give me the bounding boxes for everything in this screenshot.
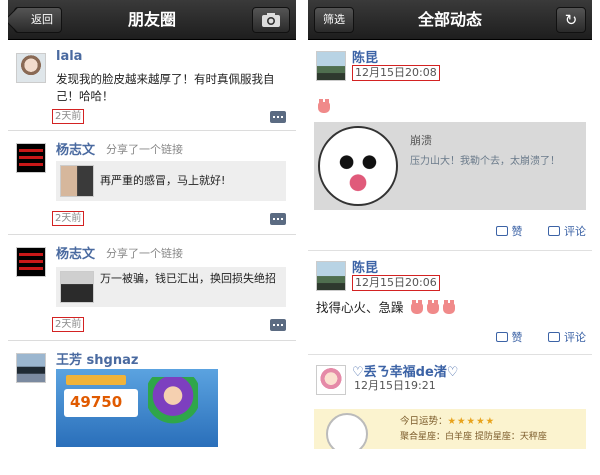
like-button[interactable]: 赞 [495,225,523,238]
user-name[interactable]: ♡丢ㄋ幸福de渚♡ [352,361,458,380]
moments-screen: 返回 朋友圈 lala 发现我的脸皮越来越厚了！有时真佩服我自己！哈哈！ 2天前… [8,0,296,475]
game-screenshot-image[interactable]: 49750 [56,369,218,447]
like-button[interactable]: 赞 [495,331,523,344]
avatar[interactable] [16,143,46,173]
angry-emoji-icon [426,300,439,314]
cat-sticker-image [326,413,368,449]
post-text: 发现我的脸皮越来越厚了！有时真佩服我自己！哈哈！ [56,72,275,103]
user-name[interactable]: 杨志文 [56,139,95,158]
avatar[interactable] [16,353,46,383]
avatar[interactable] [16,247,46,277]
comment-icon[interactable] [270,319,286,331]
comment-button[interactable]: 评论 [548,331,586,344]
user-name[interactable]: 陈昆 [352,257,378,276]
user-name[interactable]: 陈昆 [352,47,378,66]
angry-emoji-icon [442,300,455,314]
post-item: lala 发现我的脸皮越来越厚了！有时真佩服我自己！哈哈！ 2天前 [8,41,296,131]
navigation-bar: 返回 朋友圈 [8,0,296,40]
post-time: 12月15日20:06 [352,275,440,291]
post-time: 2天前 [52,317,85,332]
navigation-bar: 筛选 全部动态 ↻ [308,0,592,40]
camera-icon [262,13,280,27]
comment-button[interactable]: 评论 [548,225,586,238]
thumbs-up-icon [495,226,508,236]
post-time: 2天前 [52,109,85,124]
moments-feed: lala 发现我的脸皮越来越厚了！有时真佩服我自己！哈哈！ 2天前 杨志文 分享… [8,41,296,475]
activity-item: 陈昆 12月15日20:08 崩溃 压力山大！我勒个去，太崩溃了！ 赞 评论 [308,41,592,251]
camera-button[interactable] [252,7,290,33]
fortune-card[interactable]: 今日运势：★★★★★ 聚合星座：白羊座 提防星座：天秤座 [314,409,586,449]
post-actions: 赞 评论 [474,329,586,345]
post-time: 12月15日19:21 [354,379,436,392]
link-title: 万一被骗，钱已汇出，换回损失绝招 [100,272,276,285]
shared-content-card[interactable]: 崩溃 压力山大！我勒个去，太崩溃了！ [314,122,586,210]
avatar[interactable] [316,51,346,81]
fortune-detail: 聚合星座：白羊座 提防星座：天秤座 [400,432,547,442]
thumbs-up-icon [495,332,508,342]
user-name[interactable]: 王芳 shgnaz [56,349,138,368]
comment-icon [548,226,560,236]
game-character [148,377,198,439]
fortune-label: 今日运势：★★★★★ [400,413,495,427]
all-activities-screen: 筛选 全部动态 ↻ 陈昆 12月15日20:08 崩溃 压力山大！我勒个去，太崩… [308,0,592,475]
panda-sticker-image [318,126,398,206]
post-text-content: 找得心火、急躁 [316,300,404,315]
user-name[interactable]: 杨志文 [56,243,95,262]
link-title: 再严重的感冒，马上就好! [100,174,226,187]
card-description: 压力山大！我勒个去，太崩溃了！ [410,156,560,167]
emoji-group [408,300,458,314]
angry-emoji-icon [410,300,423,314]
post-time: 2天前 [52,211,85,226]
game-banner [66,375,126,385]
avatar[interactable] [316,365,346,395]
activity-item: ♡丢ㄋ幸福de渚♡ 12月15日19:21 今日运势：★★★★★ 聚合星座：白羊… [308,355,592,475]
user-name[interactable]: lala [56,49,82,64]
shared-link-card[interactable]: 万一被骗，钱已汇出，换回损失绝招 [56,267,286,307]
mood-emoji-icon [318,99,330,113]
share-action-text: 分享了一个链接 [106,143,183,156]
refresh-icon: ↻ [564,11,578,29]
share-action-text: 分享了一个链接 [106,247,183,260]
card-title: 崩溃 [410,134,432,147]
comment-icon [548,332,560,342]
page-title: 全部动态 [417,10,482,29]
fortune-stars: ★★★★★ [447,416,496,427]
link-thumbnail [60,271,94,303]
game-score: 49750 [70,393,123,411]
post-item: 王芳 shgnaz 49750 [8,341,296,475]
shared-link-card[interactable]: 再严重的感冒，马上就好! [56,161,286,201]
link-thumbnail [60,165,94,197]
refresh-button[interactable]: ↻ [556,7,586,33]
comment-icon[interactable] [270,111,286,123]
post-item: 杨志文 分享了一个链接 万一被骗，钱已汇出，换回损失绝招 2天前 [8,235,296,341]
comment-icon[interactable] [270,213,286,225]
avatar[interactable] [316,261,346,291]
fortune-title: 今日运势： [400,416,448,427]
post-item: 杨志文 分享了一个链接 再严重的感冒，马上就好! 2天前 [8,131,296,235]
activity-item: 陈昆 12月15日20:06 找得心火、急躁 赞 评论 [308,251,592,355]
post-text: 找得心火、急躁 [316,297,458,316]
post-actions: 赞 评论 [474,223,586,239]
post-time: 12月15日20:08 [352,65,440,81]
avatar[interactable] [16,53,46,83]
activity-feed: 陈昆 12月15日20:08 崩溃 压力山大！我勒个去，太崩溃了！ 赞 评论 陈… [308,41,592,475]
